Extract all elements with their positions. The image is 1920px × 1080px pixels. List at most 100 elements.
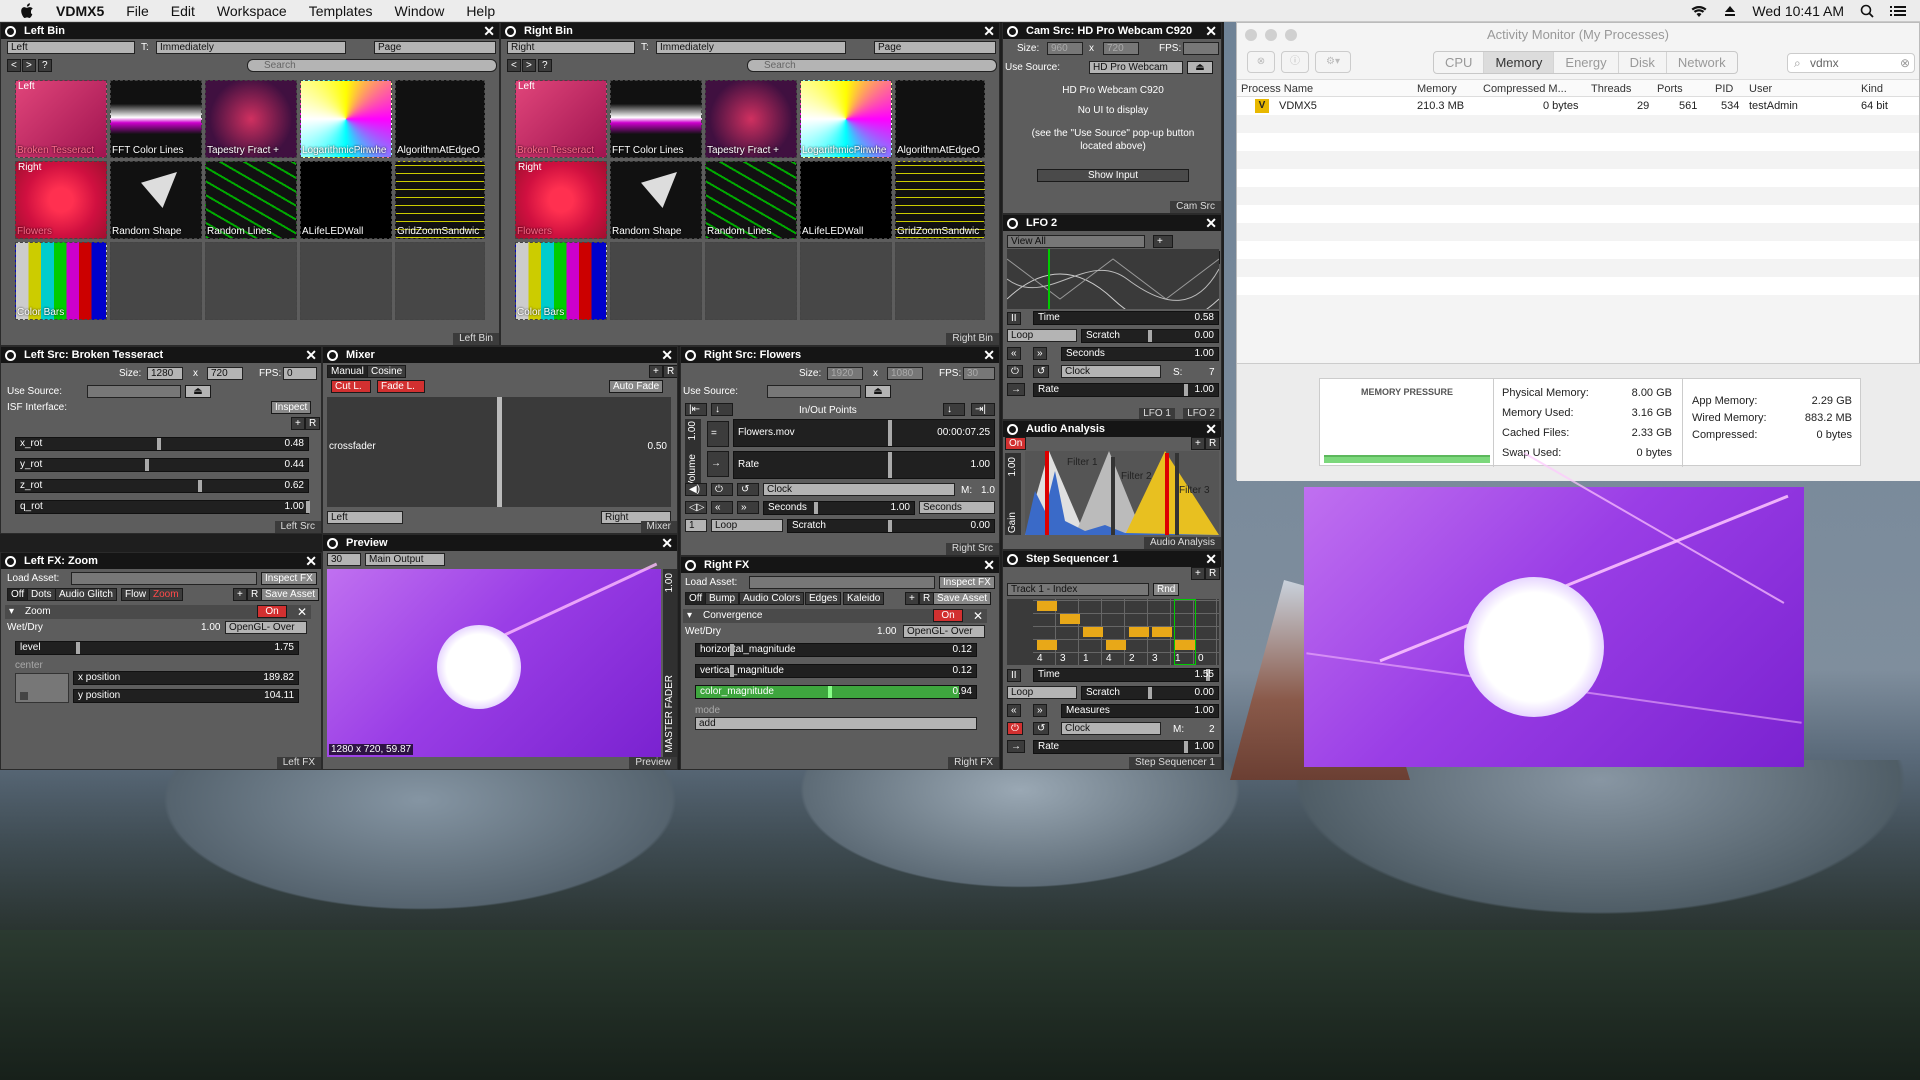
seq-scratch-slider[interactable]: Scratch 0.00 — [1081, 686, 1219, 700]
playhead-slider[interactable]: Flowers.mov 00:00:07.25 — [733, 419, 995, 447]
fps-field[interactable]: 30 — [963, 367, 995, 380]
apple-icon[interactable] — [20, 2, 34, 19]
height-field[interactable]: 1080 — [887, 367, 923, 380]
blend-select[interactable]: OpenGL- Over — [225, 621, 307, 634]
fx-tab[interactable]: Flow — [121, 588, 151, 601]
close-icon[interactable]: ✕ — [1205, 551, 1217, 568]
lfo2-tab[interactable]: LFO 2 — [1183, 408, 1219, 419]
volume-slider[interactable]: 1.00 Volume — [685, 419, 701, 491]
close-icon[interactable]: ✕ — [973, 609, 983, 623]
close-icon[interactable]: ✕ — [1205, 23, 1217, 40]
col-user[interactable]: User — [1749, 83, 1772, 95]
loop-select[interactable]: Loop — [711, 519, 783, 532]
tab-disk[interactable]: Disk — [1619, 52, 1667, 73]
empty-slot[interactable] — [800, 242, 892, 320]
right-bin-prev-button[interactable]: < — [507, 59, 521, 72]
auto-fade-button[interactable]: Auto Fade — [609, 380, 664, 393]
clip-thumb[interactable]: Random Lines — [205, 161, 297, 239]
fx-param-slider[interactable]: horizontal_magnitude 0.12 — [695, 643, 977, 657]
lfo-rate-slider[interactable]: Rate 1.00 — [1033, 383, 1219, 397]
isf-param-slider[interactable]: y_rot 0.44 — [15, 458, 309, 472]
disclosure-icon[interactable]: ▾ — [9, 606, 14, 617]
power-icon[interactable]: ⏻ — [1007, 365, 1023, 378]
loop-reverse-icon[interactable]: ◁▷ — [685, 501, 707, 514]
clip-thumb[interactable]: AlgorithmAtEdgeO — [395, 80, 485, 158]
right-bin-next-button[interactable]: > — [522, 59, 536, 72]
reset-button[interactable]: R — [663, 365, 677, 378]
preview-output-select[interactable]: Main Output — [365, 553, 445, 566]
fx-param-slider[interactable]: color_magnitude 0.94 — [695, 685, 977, 699]
empty-slot[interactable] — [705, 242, 797, 320]
add-icon[interactable]: + — [233, 588, 247, 601]
add-icon[interactable]: + — [291, 417, 305, 430]
inspect-fx-button[interactable]: Inspect FX — [261, 572, 317, 585]
stop-process-icon[interactable]: ⊗ — [1247, 51, 1275, 73]
col-kind[interactable]: Kind — [1861, 83, 1883, 95]
search-icon[interactable] — [5, 349, 16, 361]
width-field[interactable]: 1920 — [827, 367, 863, 380]
fps-field[interactable] — [1183, 42, 1219, 55]
tab-energy[interactable]: Energy — [1554, 52, 1619, 73]
sync-icon[interactable]: ↺ — [1033, 722, 1050, 735]
pause-button[interactable]: II — [1007, 669, 1021, 682]
lfo-clock-select[interactable]: Clock — [1061, 365, 1161, 378]
out-point-button[interactable]: ⇥| — [971, 403, 995, 416]
cut-button[interactable]: Cut L. — [331, 380, 371, 393]
speed-select[interactable]: 1 — [685, 519, 707, 532]
empty-slot[interactable] — [205, 242, 297, 320]
audio-on-toggle[interactable]: On — [1005, 437, 1027, 450]
rewind-icon[interactable]: « — [1007, 704, 1021, 717]
isf-param-slider[interactable]: x_rot 0.48 — [15, 437, 309, 451]
random-button[interactable]: Rnd — [1153, 583, 1180, 596]
search-icon[interactable] — [1007, 25, 1018, 37]
lfo-seconds-slider[interactable]: Seconds 1.00 — [1061, 347, 1219, 361]
inspect-fx-button[interactable]: Inspect FX — [939, 576, 995, 589]
crossfader-handle[interactable] — [497, 397, 502, 507]
clip-thumb[interactable]: GridZoomSandwic — [895, 161, 985, 239]
zoom-window-button[interactable] — [1285, 29, 1297, 41]
height-field[interactable]: 720 — [207, 367, 243, 380]
fps-field[interactable]: 0 — [283, 367, 317, 380]
search-icon[interactable] — [5, 25, 16, 37]
clip-thumb[interactable]: Random Shape — [610, 161, 702, 239]
reset-button[interactable]: R — [247, 588, 263, 601]
fade-button[interactable]: Fade L. — [377, 380, 425, 393]
arrow-right-icon[interactable]: → — [1007, 383, 1025, 396]
right-bin-page-button[interactable]: ? — [538, 59, 552, 72]
seq-time-slider[interactable]: Time 1.55 — [1033, 668, 1219, 682]
seq-clock-select[interactable]: Clock — [1061, 722, 1161, 735]
close-icon[interactable]: ✕ — [297, 605, 307, 619]
fx-tab[interactable]: Off — [7, 588, 29, 601]
col-compressed[interactable]: Compressed M... — [1483, 83, 1567, 95]
clip-thumb[interactable]: Random Shape — [110, 161, 202, 239]
menu-file[interactable]: File — [126, 3, 149, 19]
rewind-icon[interactable]: « — [711, 501, 733, 514]
fx-param-slider[interactable]: vertical_magnitude 0.12 — [695, 664, 977, 678]
clip-thumb[interactable]: Right Flowers — [515, 161, 607, 239]
rewind-icon[interactable]: « — [1007, 347, 1021, 360]
sync-icon[interactable]: ↺ — [1033, 365, 1050, 378]
lfo-scratch-slider[interactable]: Scratch 0.00 — [1081, 329, 1219, 343]
step-grid[interactable]: 4 3 1 4 2 3 1 0 — [1007, 599, 1219, 665]
fx-tab[interactable]: Zoom — [149, 588, 183, 601]
search-icon[interactable] — [5, 555, 16, 567]
col-process-name[interactable]: Process Name — [1241, 83, 1313, 95]
clock[interactable]: Wed 10:41 AM — [1752, 3, 1844, 19]
close-icon[interactable]: ✕ — [983, 557, 995, 574]
power-icon[interactable]: ⏻ — [711, 483, 733, 496]
close-icon[interactable]: ✕ — [983, 23, 995, 40]
add-icon[interactable]: + — [649, 365, 663, 378]
reset-button[interactable]: R — [305, 417, 321, 430]
clip-thumb[interactable]: AlgorithmAtEdgeO — [895, 80, 985, 158]
right-bin-page-select[interactable]: Page — [874, 41, 996, 54]
crossfader[interactable]: crossfader 0.50 — [327, 397, 671, 507]
menu-templates[interactable]: Templates — [309, 3, 373, 19]
menu-window[interactable]: Window — [395, 3, 445, 19]
x-position-slider[interactable]: x position 189.82 — [73, 671, 299, 685]
left-bin-search[interactable]: Search — [247, 59, 497, 72]
tab-memory[interactable]: Memory — [1484, 52, 1555, 73]
table-row[interactable]: V VDMX5 210.3 MB 0 bytes 29 561 534 test… — [1237, 97, 1919, 115]
menu-edit[interactable]: Edit — [171, 3, 195, 19]
clip-thumb[interactable]: Right Flowers — [15, 161, 107, 239]
mode-select[interactable]: add — [695, 717, 977, 730]
